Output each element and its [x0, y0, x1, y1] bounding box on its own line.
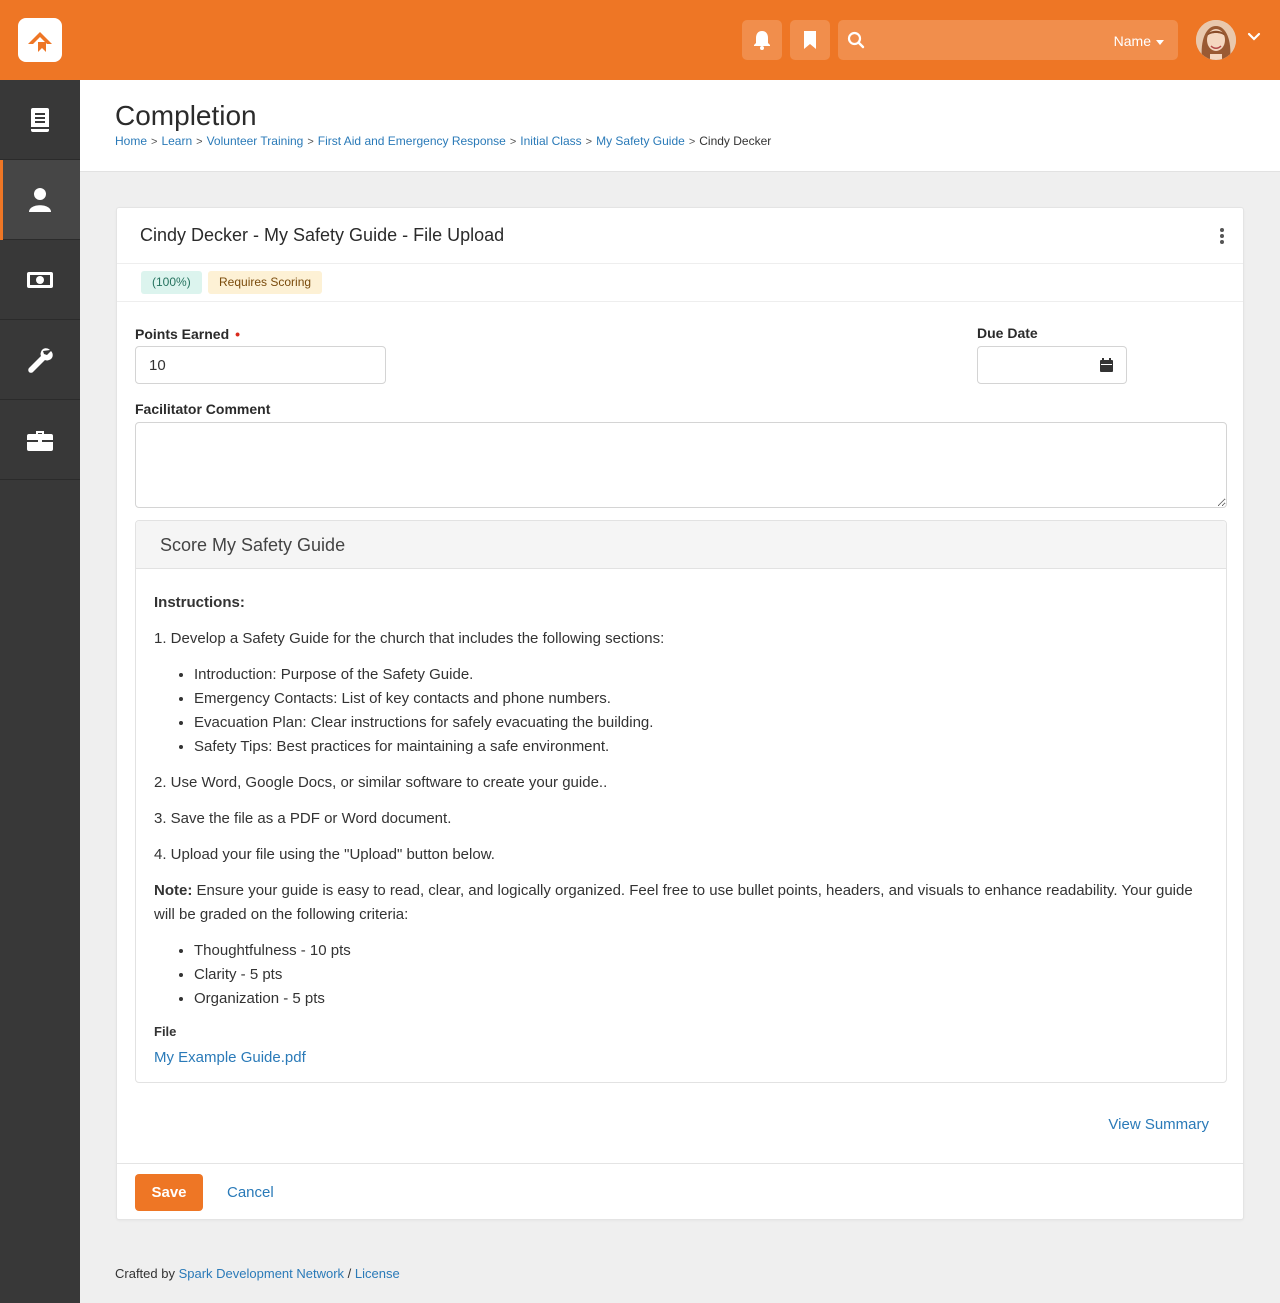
briefcase-icon — [27, 431, 53, 451]
page-header: Completion Home > Learn > Volunteer Training… — [80, 80, 1280, 172]
bookmarks-button[interactable] — [790, 20, 830, 60]
requires-scoring-badge: Requires Scoring — [208, 271, 323, 294]
required-indicator: • — [235, 326, 241, 342]
list-item: Clarity - 5 pts — [194, 963, 1214, 987]
list-item: Emergency Contacts: List of key contacts… — [194, 687, 1214, 711]
completion-card: Cindy Decker - My Safety Guide - File Up… — [116, 207, 1244, 1220]
calendar-icon — [1100, 358, 1113, 372]
bell-icon — [754, 31, 770, 50]
score-panel: Score My Safety Guide Instructions: 1. D… — [135, 520, 1227, 1083]
due-date-input[interactable] — [977, 346, 1088, 384]
license-link[interactable]: License — [355, 1266, 400, 1281]
facilitator-comment-textarea[interactable] — [135, 422, 1227, 508]
points-earned-label: Points Earned • — [135, 326, 241, 342]
top-bar: Name — [0, 0, 1280, 80]
file-label: File — [154, 1024, 177, 1039]
divider — [117, 1163, 1243, 1164]
sidebar-item-tools[interactable] — [0, 400, 80, 480]
score-panel-title: Score My Safety Guide — [160, 535, 346, 555]
instruction-step-1: 1. Develop a Safety Guide for the church… — [154, 630, 665, 647]
breadcrumb-initial-class[interactable]: Initial Class — [520, 134, 581, 148]
note-paragraph: Note: Ensure your guide is easy to read,… — [154, 879, 1214, 927]
notifications-button[interactable] — [742, 20, 782, 60]
bookmark-icon — [804, 31, 816, 49]
date-picker-button[interactable] — [1087, 346, 1127, 384]
footer-divider: / — [344, 1266, 355, 1281]
breadcrumb-first-aid[interactable]: First Aid and Emergency Response — [318, 134, 506, 148]
search-scope-dropdown[interactable]: Name — [1114, 33, 1164, 49]
footer-prefix: Crafted by — [115, 1266, 179, 1281]
file-link[interactable]: My Example Guide.pdf — [154, 1049, 306, 1066]
wrench-icon — [28, 348, 53, 373]
rock-logo-icon[interactable] — [18, 18, 62, 62]
breadcrumb-learn[interactable]: Learn — [161, 134, 192, 148]
sidebar-item-people[interactable] — [0, 160, 80, 240]
breadcrumb-volunteer-training[interactable]: Volunteer Training — [207, 134, 304, 148]
score-panel-header: Score My Safety Guide — [136, 521, 1226, 569]
instruction-step-4: 4. Upload your file using the "Upload" b… — [154, 846, 495, 863]
breadcrumb-current: Cindy Decker — [699, 134, 772, 148]
list-item: Organization - 5 pts — [194, 987, 1214, 1011]
sidebar — [0, 80, 80, 1303]
facilitator-comment-label: Facilitator Comment — [135, 401, 271, 417]
breadcrumb-my-safety-guide[interactable]: My Safety Guide — [596, 134, 685, 148]
cancel-button[interactable]: Cancel — [227, 1184, 274, 1201]
search-bar[interactable]: Name — [838, 20, 1178, 60]
page-title: Completion — [115, 100, 257, 131]
sidebar-item-finance[interactable] — [0, 240, 80, 320]
kebab-menu-icon[interactable] — [1219, 228, 1225, 246]
person-icon — [29, 188, 51, 212]
spark-link[interactable]: Spark Development Network — [179, 1266, 344, 1281]
avatar[interactable] — [1196, 20, 1236, 60]
note-label: Note: — [154, 882, 193, 899]
view-summary-link[interactable]: View Summary — [1108, 1116, 1209, 1133]
instruction-step-2: 2. Use Word, Google Docs, or similar sof… — [154, 774, 608, 791]
instruction-step-3: 3. Save the file as a PDF or Word docume… — [154, 810, 452, 827]
money-icon — [27, 272, 53, 288]
save-button[interactable]: Save — [135, 1174, 203, 1211]
score-panel-body: Instructions: 1. Develop a Safety Guide … — [154, 591, 1214, 1069]
book-icon — [31, 108, 49, 132]
points-earned-input[interactable] — [135, 346, 386, 384]
breadcrumb: Home > Learn > Volunteer Training > First Aid … — [115, 134, 772, 148]
sidebar-item-book[interactable] — [0, 80, 80, 160]
sections-list: Introduction: Purpose of the Safety Guid… — [194, 663, 1214, 759]
list-item: Introduction: Purpose of the Safety Guid… — [194, 663, 1214, 687]
card-title: Cindy Decker - My Safety Guide - File Up… — [140, 225, 505, 245]
due-date-label: Due Date — [977, 325, 1038, 341]
footer: Crafted by Spark Development Network / L… — [115, 1266, 400, 1281]
instructions-heading: Instructions: — [154, 594, 245, 611]
list-item: Safety Tips: Best practices for maintain… — [194, 735, 1214, 759]
chevron-down-icon[interactable] — [1247, 32, 1261, 42]
criteria-list: Thoughtfulness - 10 pts Clarity - 5 pts … — [194, 939, 1214, 1011]
sidebar-item-admin-tools[interactable] — [0, 320, 80, 400]
search-icon — [847, 31, 865, 49]
list-item: Evacuation Plan: Clear instructions for … — [194, 711, 1214, 735]
list-item: Thoughtfulness - 10 pts — [194, 939, 1214, 963]
breadcrumb-home[interactable]: Home — [115, 134, 147, 148]
completion-percent-badge: (100%) — [141, 271, 202, 294]
divider — [117, 301, 1243, 302]
divider — [117, 263, 1243, 264]
note-text: Ensure your guide is easy to read, clear… — [154, 882, 1193, 923]
